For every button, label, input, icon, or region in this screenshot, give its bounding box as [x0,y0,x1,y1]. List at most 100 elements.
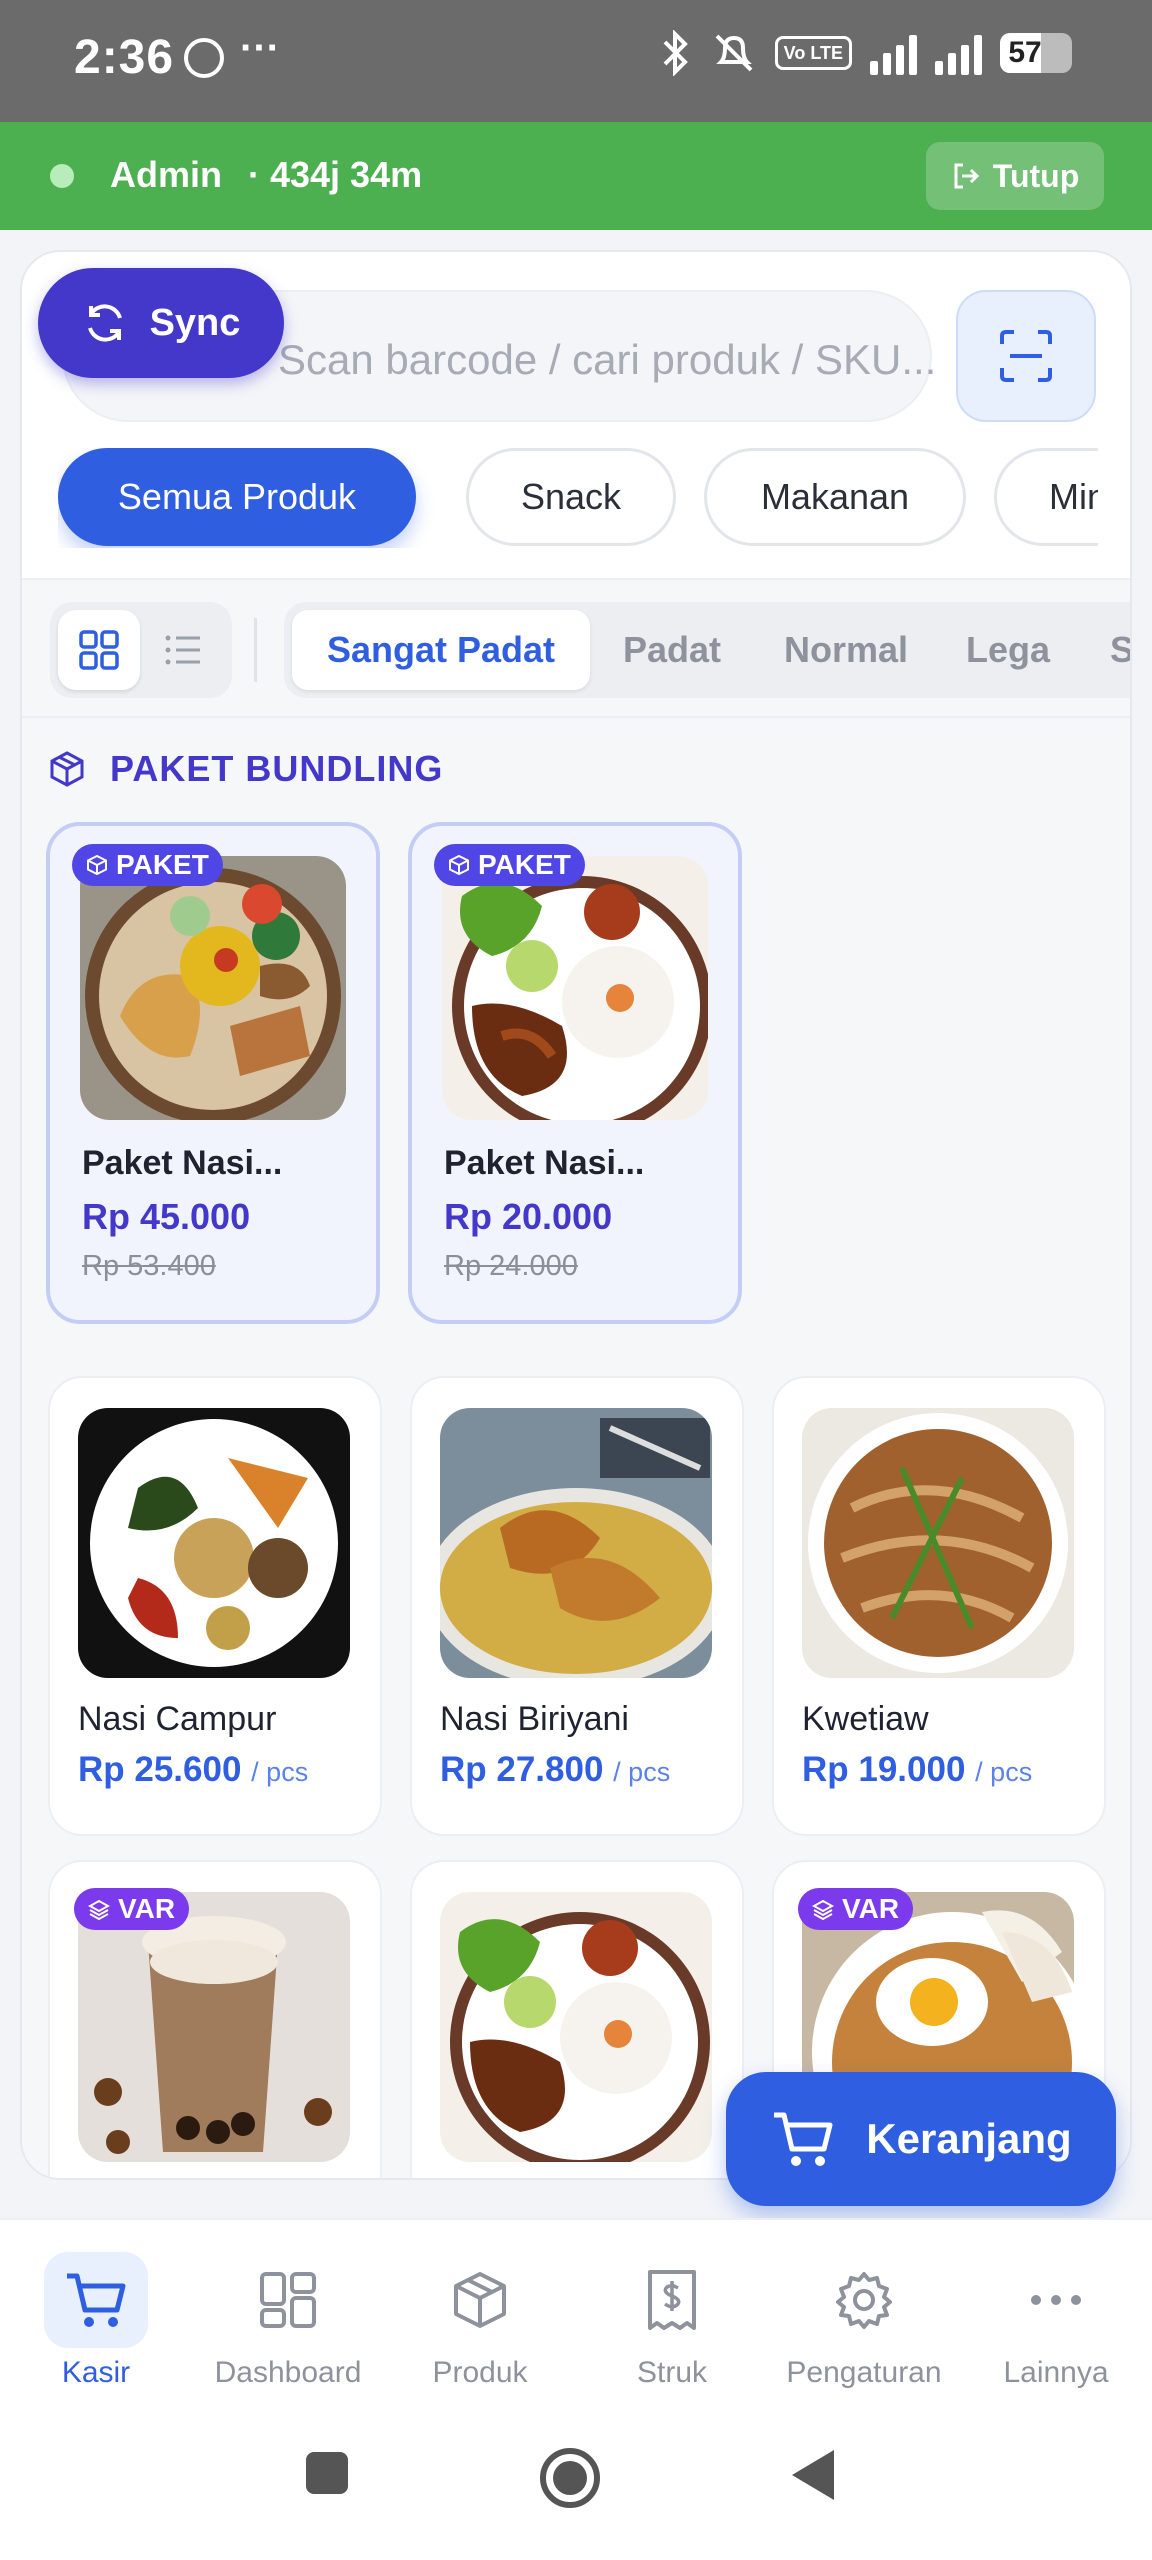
nav-pengaturan[interactable]: Pengaturan [774,2252,954,2402]
package-icon [87,854,107,876]
product-unit: / pcs [975,1757,1033,1787]
volte-icon: Vo LTE [774,36,852,70]
cart-icon [774,2112,833,2166]
battery-level: 57 [1008,36,1042,69]
product-image [440,1408,712,1678]
product-image [78,1408,350,1678]
product-card[interactable]: VAR [48,1860,382,2178]
bundle-section-header: PAKET BUNDLING [48,748,443,790]
pos-panel: Scan barcode / cari produk / SKU... Sync… [20,250,1132,2180]
product-price-value: Rp 19.000 [802,1750,966,1789]
status-time: 2:36 [74,31,175,84]
session-user: Admin [110,154,222,195]
bundle-image [442,856,708,1120]
density-option[interactable]: Lega [948,610,1068,690]
paket-badge: PAKET [72,844,223,886]
grid-icon [79,630,119,670]
gear-icon [812,2252,916,2348]
nav-lainnya[interactable]: Lainnya [966,2252,1146,2402]
cart-label: Keranjang [866,2115,1072,2162]
nav-dashboard[interactable]: Dashboard [198,2252,378,2402]
nav-struk[interactable]: Struk [582,2252,762,2402]
density-option[interactable]: Padat [602,610,742,690]
battery-icon: 57 [1000,33,1072,73]
category-chip[interactable]: Makanan [704,448,966,546]
bundle-name: Paket Nasi... [82,1144,283,1182]
sync-button[interactable]: Sync [38,268,284,378]
nav-label: Dashboard [214,2356,362,2389]
variant-badge: VAR [798,1888,914,1930]
density-selector: Sangat Padat Padat Normal Lega Sangat Le… [284,602,1130,698]
package-icon [428,2252,532,2348]
logout-icon [954,163,979,189]
online-indicator [50,164,74,188]
recents-icon[interactable] [304,2450,350,2496]
nav-label: Pengaturan [786,2356,942,2389]
density-option[interactable]: Normal [756,610,936,690]
view-toolbar: Sangat Padat Padat Normal Lega Sangat Le… [22,578,1130,718]
whatsapp-icon [184,38,224,78]
layers-icon [812,1899,834,1920]
nav-label: Produk [432,2356,528,2389]
product-grid: PAKET BUNDLING PAKET Paket Nasi... Rp 45… [22,718,1130,2178]
bundle-card[interactable]: PAKET Paket Nasi... Rp 20.000 Rp 24.000 [408,822,742,1324]
paket-badge-label: PAKET [116,849,209,880]
density-option[interactable]: Sangat Lega [1110,610,1130,690]
bundle-original-price: Rp 24.000 [444,1250,578,1282]
product-card[interactable] [410,1860,744,2178]
density-option[interactable]: Sangat Padat [292,610,590,690]
product-unit: / pcs [613,1757,671,1787]
logout-label: Tutup [992,157,1080,194]
product-card[interactable]: Kwetiaw Rp 19.000 / pcs [772,1376,1106,1836]
product-unit: / pcs [251,1757,309,1787]
back-icon[interactable] [790,2448,836,2502]
nav-label: Lainnya [1003,2356,1109,2389]
cart-button[interactable]: Keranjang [726,2072,1116,2206]
category-chip[interactable]: Minuman [994,448,1098,546]
session-duration: · 434j 34m [248,154,423,195]
list-icon [165,635,200,665]
search-placeholder: Scan barcode / cari produk / SKU... [278,336,937,383]
more-icon [1004,2252,1108,2348]
product-name: Nasi Biriyani [440,1700,629,1738]
bluetooth-icon [663,30,688,76]
nav-kasir[interactable]: Kasir [6,2252,186,2402]
product-name: Nasi Campur [78,1700,277,1738]
sync-icon [87,304,122,342]
home-icon[interactable] [538,2446,602,2510]
paket-badge: PAKET [434,844,585,886]
bundle-price: Rp 45.000 [82,1196,251,1237]
bundle-price: Rp 20.000 [444,1196,613,1237]
scan-barcode-button[interactable] [956,290,1096,422]
category-filter: Semua Produk Snack Makanan Minuman [58,448,1098,548]
product-card[interactable]: Nasi Biriyani Rp 27.800 / pcs [410,1376,744,1836]
status-icons: Vo LTE 57 [659,30,1072,76]
signal-4g-icon [870,31,917,75]
product-price: Rp 27.800 / pcs [440,1750,670,1790]
variant-badge-label: VAR [118,1893,176,1924]
signal-icon [935,31,982,75]
product-price: Rp 19.000 / pcs [802,1750,1032,1790]
bundle-original-price: Rp 53.400 [82,1250,216,1282]
sync-label: Sync [149,301,241,344]
variant-badge-label: VAR [842,1893,900,1924]
logout-button[interactable]: Tutup [926,142,1104,210]
cart-icon [44,2252,148,2348]
bottom-navigation: Kasir Dashboard Produk Struk Pengaturan … [0,2218,1152,2406]
grid-view-button[interactable] [58,610,140,690]
product-image [802,1408,1074,1678]
product-image [440,1892,712,2162]
category-chip[interactable]: Snack [466,448,676,546]
nav-produk[interactable]: Produk [390,2252,570,2402]
paket-badge-label: PAKET [478,849,571,880]
system-navigation-bar [0,2406,1152,2560]
list-view-button[interactable] [142,610,224,690]
category-chip[interactable]: Semua Produk [58,448,416,546]
bundle-card[interactable]: PAKET Paket Nasi... Rp 45.000 Rp 53.400 [46,822,380,1324]
nav-label: Struk [636,2356,708,2389]
bundle-name: Paket Nasi... [444,1144,645,1182]
product-name: Kwetiaw [802,1700,929,1738]
product-card[interactable]: Nasi Campur Rp 25.600 / pcs [48,1376,382,1836]
product-image [78,1892,350,2162]
variant-badge: VAR [74,1888,190,1930]
